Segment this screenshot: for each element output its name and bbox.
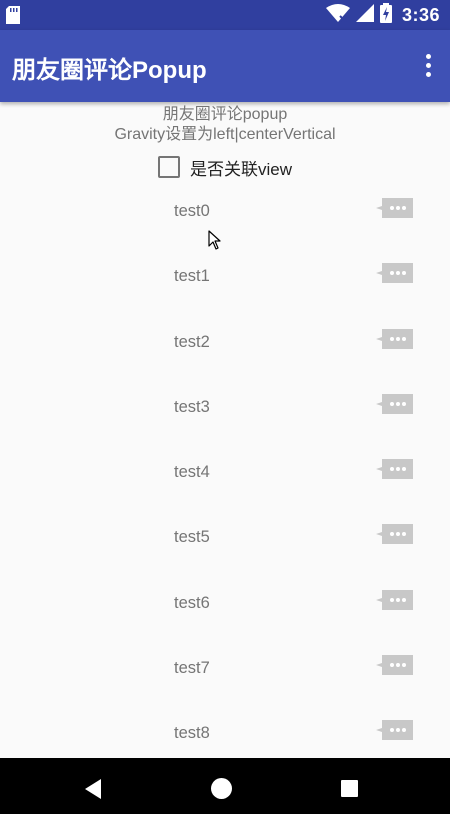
navigation-bar: [0, 758, 450, 814]
description-line-2: Gravity设置为left|centerVertical: [114, 126, 336, 143]
app-bar: 朋友圈评论Popup: [0, 30, 450, 102]
list-item[interactable]: test4: [0, 443, 450, 508]
battery-charging-icon: [379, 2, 392, 28]
status-time: 3:36: [401, 4, 440, 25]
test-list: test0 test1 test2 test3 test4 test5 test…: [0, 182, 450, 758]
list-item-label: test7: [174, 659, 210, 678]
description: 朋友圈评论popup Gravity设置为left|centerVertical: [0, 105, 450, 145]
list-item[interactable]: test3: [0, 378, 450, 443]
wifi-icon: [325, 3, 350, 27]
app-title: 朋友圈评论Popup: [12, 57, 207, 84]
comment-more-icon[interactable]: [376, 459, 413, 484]
back-icon[interactable]: [83, 778, 103, 805]
comment-more-icon[interactable]: [376, 524, 413, 549]
list-item-label: test3: [174, 397, 210, 416]
list-item-label: test5: [174, 528, 210, 547]
list-item[interactable]: test1: [0, 247, 450, 312]
list-item-label: test6: [174, 593, 210, 612]
comment-more-icon[interactable]: [376, 328, 413, 354]
comment-more-icon[interactable]: [376, 589, 413, 615]
comment-more-icon[interactable]: [376, 263, 413, 288]
list-item-label: test1: [174, 267, 210, 286]
status-icons: 3:36: [325, 0, 440, 30]
comment-more-icon[interactable]: [376, 655, 413, 680]
more-vert-icon[interactable]: [418, 52, 438, 80]
list-item-label: test4: [174, 463, 210, 482]
list-item-label: test8: [174, 724, 210, 743]
comment-more-icon[interactable]: [376, 720, 413, 745]
comment-more-icon[interactable]: [376, 393, 413, 419]
list-item[interactable]: test5: [0, 508, 450, 573]
link-view-checkbox[interactable]: [157, 156, 180, 178]
main-content: 朋友圈评论popup Gravity设置为left|centerVertical…: [0, 102, 450, 758]
list-item[interactable]: test7: [0, 639, 450, 704]
link-view-checkbox-row[interactable]: 是否关联view: [0, 154, 450, 180]
description-line-1: 朋友圈评论popup: [162, 106, 288, 123]
list-item[interactable]: test2: [0, 313, 450, 378]
list-item-label: test0: [174, 202, 210, 220]
mouse-cursor-icon: [208, 230, 222, 255]
comment-more-icon[interactable]: [376, 198, 413, 223]
status-bar: 3:36: [0, 0, 450, 30]
home-icon[interactable]: [211, 778, 232, 799]
signal-icon: [355, 3, 374, 27]
list-item-label: test2: [174, 332, 210, 351]
list-item[interactable]: test0: [0, 182, 450, 247]
list-item[interactable]: test6: [0, 574, 450, 639]
sd-card-icon: [6, 6, 20, 29]
recents-icon[interactable]: [341, 780, 358, 797]
link-view-checkbox-label[interactable]: 是否关联view: [190, 155, 292, 180]
list-item[interactable]: test8: [0, 704, 450, 758]
